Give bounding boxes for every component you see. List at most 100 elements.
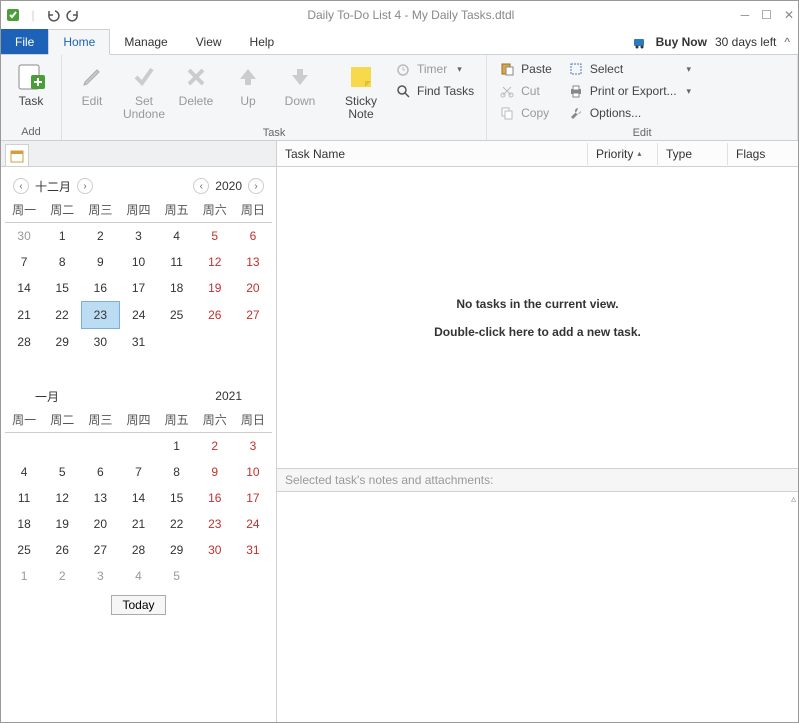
calendar-day[interactable]: 6 bbox=[81, 459, 119, 485]
calendar-day[interactable]: 30 bbox=[196, 537, 234, 563]
minimize-icon[interactable]: ─ bbox=[741, 8, 750, 22]
select-button[interactable]: Select ▾ bbox=[564, 59, 695, 79]
sticky-note-button[interactable]: Sticky Note bbox=[335, 57, 387, 125]
calendar-day[interactable]: 7 bbox=[119, 459, 157, 485]
calendar-day[interactable]: 2 bbox=[196, 433, 234, 460]
calendar-day[interactable]: 20 bbox=[234, 275, 272, 302]
menu-help[interactable]: Help bbox=[236, 29, 289, 54]
col-flags[interactable]: Flags bbox=[728, 143, 798, 165]
calendar-day[interactable]: 1 bbox=[158, 433, 196, 460]
calendar-day[interactable]: 27 bbox=[234, 302, 272, 329]
calendar-day[interactable]: 26 bbox=[43, 537, 81, 563]
calendar-day[interactable]: 29 bbox=[43, 329, 81, 356]
calendar-day[interactable]: 4 bbox=[158, 223, 196, 250]
calendar-day[interactable]: 17 bbox=[119, 275, 157, 302]
timer-button[interactable]: Timer ▾ bbox=[391, 59, 478, 79]
calendar-day[interactable]: 4 bbox=[119, 563, 157, 589]
calendar-day[interactable]: 4 bbox=[5, 459, 43, 485]
paste-button[interactable]: Paste bbox=[495, 59, 556, 79]
calendar-day[interactable]: 3 bbox=[119, 223, 157, 250]
calendar-day[interactable]: 22 bbox=[43, 302, 81, 329]
calendar-day[interactable]: 18 bbox=[158, 275, 196, 302]
calendar-day[interactable]: 15 bbox=[43, 275, 81, 302]
calendar-day[interactable]: 1 bbox=[5, 563, 43, 589]
close-icon[interactable]: ✕ bbox=[784, 8, 794, 22]
options-button[interactable]: Options... bbox=[564, 103, 695, 123]
set-undone-button[interactable]: Set Undone bbox=[118, 57, 170, 125]
calendar-day[interactable]: 19 bbox=[43, 511, 81, 537]
delete-task-button[interactable]: Delete bbox=[170, 57, 222, 112]
calendar-day[interactable]: 10 bbox=[119, 249, 157, 275]
menu-file[interactable]: File bbox=[1, 29, 48, 54]
calendar-day[interactable]: 21 bbox=[119, 511, 157, 537]
calendar-day[interactable]: 25 bbox=[158, 302, 196, 329]
calendar-day[interactable]: 9 bbox=[196, 459, 234, 485]
calendar-day[interactable]: 23 bbox=[196, 511, 234, 537]
today-button[interactable]: Today bbox=[111, 595, 165, 615]
task-list-area[interactable]: No tasks in the current view. Double-cli… bbox=[277, 167, 798, 468]
prev-month-button[interactable]: ‹ bbox=[13, 178, 29, 194]
calendar-day[interactable]: 3 bbox=[234, 433, 272, 460]
calendar-day[interactable]: 24 bbox=[234, 511, 272, 537]
redo-icon[interactable] bbox=[65, 7, 81, 23]
buy-now-link[interactable]: Buy Now bbox=[656, 35, 707, 49]
collapse-ribbon-icon[interactable]: ^ bbox=[784, 35, 790, 49]
calendar-tab[interactable] bbox=[5, 144, 29, 166]
calendar-day[interactable]: 5 bbox=[43, 459, 81, 485]
calendar-day[interactable]: 22 bbox=[158, 511, 196, 537]
col-type[interactable]: Type bbox=[658, 143, 728, 165]
calendar-day[interactable]: 23 bbox=[81, 302, 119, 329]
calendar-day[interactable]: 11 bbox=[5, 485, 43, 511]
calendar-day[interactable]: 8 bbox=[158, 459, 196, 485]
notes-area[interactable]: ▵ bbox=[277, 492, 798, 722]
calendar-day[interactable]: 30 bbox=[81, 329, 119, 356]
calendar-day[interactable]: 17 bbox=[234, 485, 272, 511]
calendar-day[interactable]: 28 bbox=[5, 329, 43, 356]
move-down-button[interactable]: Down bbox=[274, 57, 326, 112]
calendar-day[interactable]: 16 bbox=[81, 275, 119, 302]
calendar-day[interactable]: 18 bbox=[5, 511, 43, 537]
calendar-day[interactable]: 5 bbox=[196, 223, 234, 250]
calendar-day[interactable]: 7 bbox=[5, 249, 43, 275]
calendar-day[interactable]: 29 bbox=[158, 537, 196, 563]
move-up-button[interactable]: Up bbox=[222, 57, 274, 112]
edit-task-button[interactable]: Edit bbox=[66, 57, 118, 112]
prev-year-button[interactable]: ‹ bbox=[193, 178, 209, 194]
undo-icon[interactable] bbox=[45, 7, 61, 23]
calendar-day[interactable]: 16 bbox=[196, 485, 234, 511]
calendar-day[interactable]: 24 bbox=[119, 302, 157, 329]
scroll-up-icon[interactable]: ▵ bbox=[791, 494, 796, 505]
copy-button[interactable]: Copy bbox=[495, 103, 556, 123]
calendar-day[interactable]: 30 bbox=[5, 223, 43, 250]
menu-manage[interactable]: Manage bbox=[110, 29, 181, 54]
calendar-day[interactable]: 31 bbox=[234, 537, 272, 563]
calendar-day[interactable]: 8 bbox=[43, 249, 81, 275]
calendar-day[interactable]: 31 bbox=[119, 329, 157, 356]
cut-button[interactable]: Cut bbox=[495, 81, 556, 101]
calendar-day[interactable]: 28 bbox=[119, 537, 157, 563]
calendar-day[interactable]: 20 bbox=[81, 511, 119, 537]
calendar-day[interactable]: 26 bbox=[196, 302, 234, 329]
calendar-day[interactable]: 12 bbox=[196, 249, 234, 275]
maximize-icon[interactable]: ☐ bbox=[761, 8, 772, 22]
next-month-button[interactable]: › bbox=[77, 178, 93, 194]
calendar-day[interactable]: 21 bbox=[5, 302, 43, 329]
calendar-day[interactable]: 13 bbox=[234, 249, 272, 275]
calendar-day[interactable]: 6 bbox=[234, 223, 272, 250]
calendar-day[interactable]: 13 bbox=[81, 485, 119, 511]
menu-view[interactable]: View bbox=[182, 29, 236, 54]
find-tasks-button[interactable]: Find Tasks bbox=[391, 81, 478, 101]
next-year-button[interactable]: › bbox=[248, 178, 264, 194]
calendar-day[interactable]: 9 bbox=[81, 249, 119, 275]
calendar-day[interactable]: 5 bbox=[158, 563, 196, 589]
calendar-day[interactable]: 10 bbox=[234, 459, 272, 485]
calendar-day[interactable]: 19 bbox=[196, 275, 234, 302]
calendar-day[interactable]: 2 bbox=[43, 563, 81, 589]
calendar-day[interactable]: 14 bbox=[119, 485, 157, 511]
col-task-name[interactable]: Task Name bbox=[277, 143, 588, 165]
print-export-button[interactable]: Print or Export... ▾ bbox=[564, 81, 695, 101]
calendar-day[interactable]: 1 bbox=[43, 223, 81, 250]
calendar-day[interactable]: 11 bbox=[158, 249, 196, 275]
calendar-day[interactable]: 3 bbox=[81, 563, 119, 589]
calendar-day[interactable]: 2 bbox=[81, 223, 119, 250]
